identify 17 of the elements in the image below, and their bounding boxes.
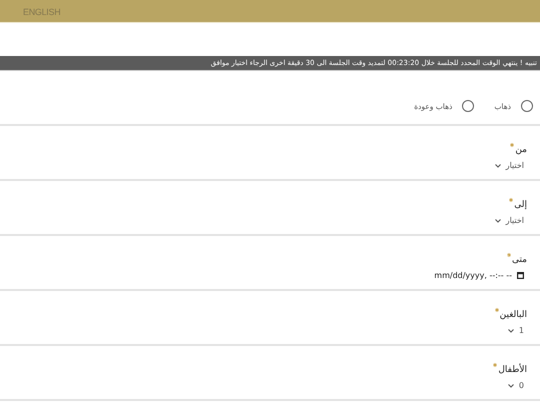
field-label: الأطفال	[498, 365, 527, 375]
field-label: إلى	[514, 200, 527, 210]
select-field[interactable]: 0	[518, 381, 524, 390]
caret-icon[interactable]	[494, 164, 501, 168]
date-time-field[interactable]: mm/dd/yyyy, --:-- --	[434, 271, 512, 280]
caret-icon[interactable]	[494, 218, 501, 222]
field-label: من	[515, 145, 527, 155]
radio-button[interactable]	[521, 100, 533, 112]
caret-icon[interactable]	[508, 328, 514, 332]
calendar-icon[interactable]	[517, 272, 524, 279]
select-field[interactable]: اختيار	[506, 161, 524, 170]
select-field[interactable]: 1	[518, 326, 524, 335]
caret-icon[interactable]	[508, 384, 514, 388]
select-field[interactable]: اختيار	[506, 216, 524, 225]
radio-button[interactable]	[462, 100, 474, 112]
field-label: متى	[512, 255, 527, 265]
field-label: البالغين	[500, 310, 527, 320]
